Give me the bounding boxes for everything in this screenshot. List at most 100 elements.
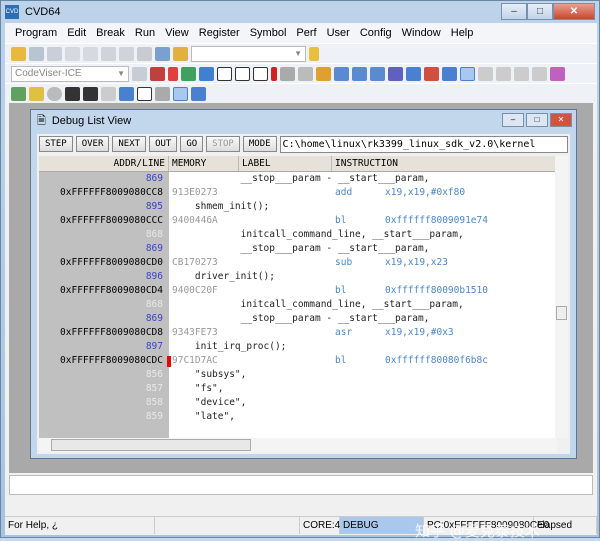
menu-window[interactable]: Window [402,27,441,39]
refresh-icon[interactable] [47,86,62,101]
menu-break[interactable]: Break [96,27,125,39]
save-all-icon[interactable] [47,46,62,61]
menu-view[interactable]: View [165,27,189,39]
step-out-icon[interactable] [253,66,268,81]
window-icon-6[interactable] [119,86,134,101]
header-label[interactable]: LABEL [239,156,332,171]
list-row[interactable]: 858 "device", [39,396,557,410]
child-minimize-button[interactable]: – [502,113,524,127]
scroll-thumb[interactable] [556,306,567,320]
list-row[interactable]: 857 "fs", [39,382,557,396]
redo-icon[interactable] [83,46,98,61]
window-icon-2[interactable] [29,86,44,101]
breakpoint-icon[interactable] [168,66,178,81]
over-button[interactable]: OVER [75,136,110,152]
disabled-icon-3[interactable] [514,66,529,81]
out-button[interactable]: OUT [149,136,178,152]
header-instruction[interactable]: INSTRUCTION [332,156,557,171]
disassembly-list[interactable]: ADDR/LINE MEMORY LABEL INSTRUCTION 869 _… [39,156,557,438]
step-button[interactable]: STEP [39,136,73,152]
warning-icon[interactable] [298,66,313,81]
breakpoint-marker[interactable] [167,356,171,367]
paste-icon[interactable] [137,46,152,61]
close-button[interactable]: ✕ [553,3,595,20]
menu-run[interactable]: Run [135,27,155,39]
copy-icon[interactable] [119,46,134,61]
menu-help[interactable]: Help [451,27,474,39]
list-view-icon[interactable] [460,66,475,81]
open-icon[interactable] [11,46,26,61]
disabled-icon-1[interactable] [478,66,493,81]
list-row[interactable]: 0xFFFFFF8009080CDC 97C1D7AC bl 0xffffff8008… [39,354,557,368]
disabled-icon-2[interactable] [496,66,511,81]
window-icon-5[interactable] [101,86,116,101]
go-button[interactable]: GO [180,136,204,152]
window-icon-10[interactable] [191,86,206,101]
child-close-button[interactable]: ✕ [550,113,572,127]
h-scroll-thumb[interactable] [51,439,251,451]
list-row[interactable]: 869 __stop___param - __start___param, [39,172,557,186]
menu-register[interactable]: Register [199,27,240,39]
bug-icon[interactable] [280,66,295,81]
list-row[interactable]: 856 "subsys", [39,368,557,382]
step-into-icon[interactable] [217,66,232,81]
list-row[interactable]: 868 initcall_command_line, __start___par… [39,228,557,242]
list-row[interactable]: 0xFFFFFF8009080CD8 9343FE73 asr x19,x19,#0x… [39,326,557,340]
child-maximize-button[interactable]: □ [526,113,548,127]
stop-button[interactable]: STOP [206,136,240,152]
list-row[interactable]: 869 __stop___param - __start___param, [39,312,557,326]
cut-icon[interactable] [101,46,116,61]
help-key-icon[interactable] [309,46,319,61]
step-icon[interactable] [199,66,214,81]
list-row[interactable]: 869 __stop___param - __start___param, [39,242,557,256]
list-row[interactable]: 897 init_irq_proc(); [39,340,557,354]
view-icon-2[interactable] [352,66,367,81]
undo-icon[interactable] [65,46,80,61]
save-icon[interactable] [29,46,44,61]
menu-user[interactable]: User [327,27,350,39]
menu-program[interactable]: Program [15,27,57,39]
maximize-button[interactable]: □ [527,3,553,20]
minimize-button[interactable]: – [501,3,527,20]
plugin-icon[interactable] [550,66,565,81]
list-row[interactable]: 895 shmem_init(); [39,200,557,214]
table-icon[interactable] [406,66,421,81]
search-combo[interactable]: ▼ [191,45,306,62]
arrow-icon[interactable] [316,66,331,81]
disabled-icon-4[interactable] [532,66,547,81]
header-memory[interactable]: MEMORY [169,156,239,171]
view-icon-3[interactable] [370,66,385,81]
disconnect-icon[interactable] [150,66,165,81]
list-row[interactable]: 0xFFFFFF8009080CD4 9400C20F bl 0xffffff8009… [39,284,557,298]
register-icon[interactable] [442,66,457,81]
menu-config[interactable]: Config [360,27,392,39]
windows-icon[interactable] [155,46,170,61]
header-addr-line[interactable]: ADDR/LINE [39,156,169,171]
horizontal-scrollbar[interactable] [39,438,557,452]
window-icon-8[interactable] [155,86,170,101]
alert-icon[interactable] [271,66,277,81]
window-icon-7[interactable] [137,86,152,101]
list-row[interactable]: 859 "late", [39,410,557,424]
reset-icon[interactable] [132,66,147,81]
vertical-scrollbar[interactable] [555,156,568,438]
view-icon-1[interactable] [334,66,349,81]
source-path-field[interactable]: C:\home\linux\rk3399_linux_sdk_v2.0\kern… [279,135,568,153]
window-icon-3[interactable] [65,86,80,101]
memory-icon[interactable] [424,66,439,81]
next-button[interactable]: NEXT [112,136,147,152]
list-row[interactable]: 0xFFFFFF8009080CCC 9400446A bl 0xffffff8009… [39,214,557,228]
window-icon-9[interactable] [173,86,188,101]
mode-button[interactable]: MODE [242,136,277,152]
command-input[interactable] [9,475,593,495]
step-over-icon[interactable] [235,66,250,81]
list-row[interactable]: 896 driver_init(); [39,270,557,284]
menu-symbol[interactable]: Symbol [250,27,287,39]
list-row[interactable]: 0xFFFFFF8009080CC8 913E0273 add x19,x19,#0x… [39,186,557,200]
list-row[interactable]: 0xFFFFFF8009080CD0 CB170273 sub x19,x19,x23 [39,256,557,270]
window-icon-1[interactable] [11,86,26,101]
list-row[interactable]: 868 initcall_command_line, __start___par… [39,298,557,312]
menu-edit[interactable]: Edit [67,27,86,39]
gear-icon[interactable] [388,66,403,81]
go-icon[interactable] [181,66,196,81]
